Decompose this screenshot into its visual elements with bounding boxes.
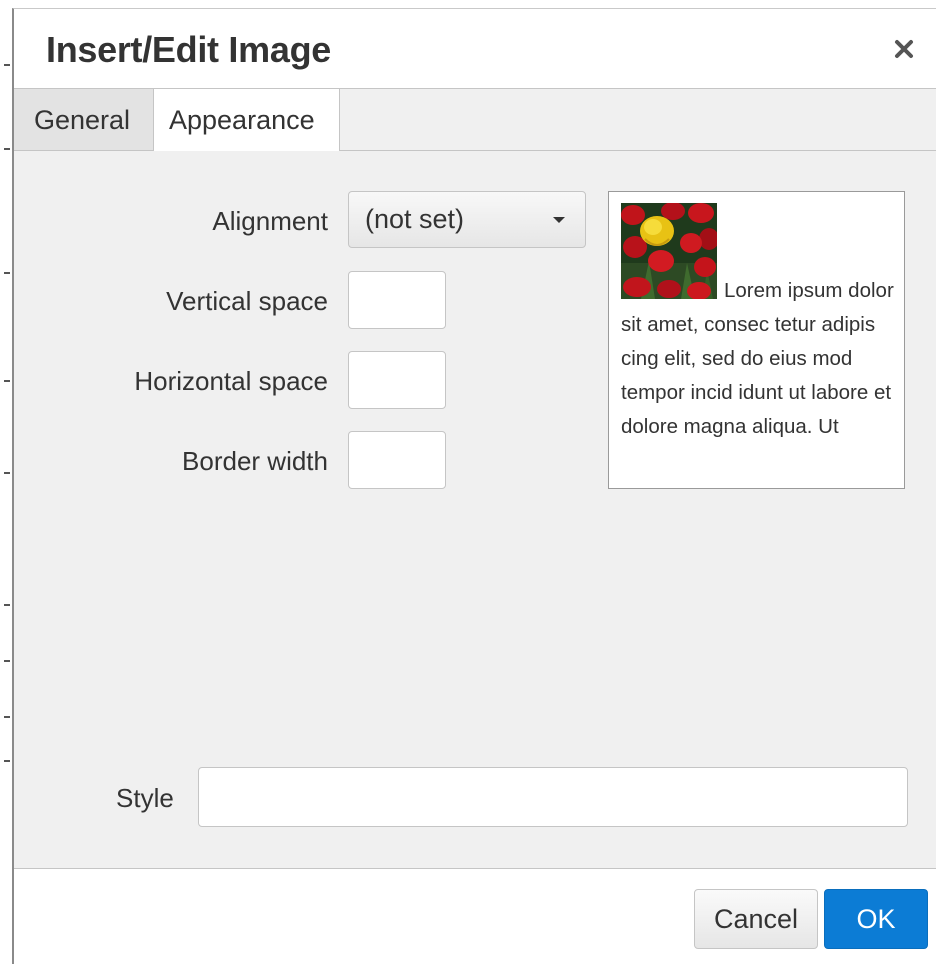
dialog-footer: Cancel OK [14,868,936,966]
style-label: Style [116,783,174,813]
style-input[interactable] [198,767,908,827]
vertical-space-label: Vertical space [166,286,328,316]
cancel-button[interactable]: Cancel [694,889,818,949]
vertical-space-input[interactable] [348,271,446,329]
image-preview: Lorem ipsum dolor sit amet, consec tetur… [608,191,905,489]
background-page-edge [0,0,12,964]
border-width-input[interactable] [348,431,446,489]
tab-bar: General Appearance [14,89,936,151]
dialog-title: Insert/Edit Image [46,29,331,70]
tulip-thumbnail [621,203,717,299]
horizontal-space-input[interactable] [348,351,446,409]
border-width-label: Border width [182,446,328,476]
chevron-down-icon [553,217,565,223]
horizontal-space-label: Horizontal space [134,366,328,396]
insert-edit-image-dialog: Insert/Edit Image General Appearance Ali… [12,8,936,966]
tab-general[interactable]: General [14,89,153,150]
dialog-header: Insert/Edit Image [14,9,936,89]
alignment-value: (not set) [365,204,465,234]
preview-text: Lorem ipsum dolor sit amet, consec tetur… [621,279,894,438]
tab-appearance[interactable]: Appearance [153,89,340,151]
ok-button[interactable]: OK [824,889,928,949]
close-icon[interactable] [888,33,920,65]
alignment-label: Alignment [212,206,328,236]
alignment-select[interactable]: (not set) [348,191,586,248]
appearance-panel: Alignment (not set) Vertical space Horiz… [14,151,936,868]
